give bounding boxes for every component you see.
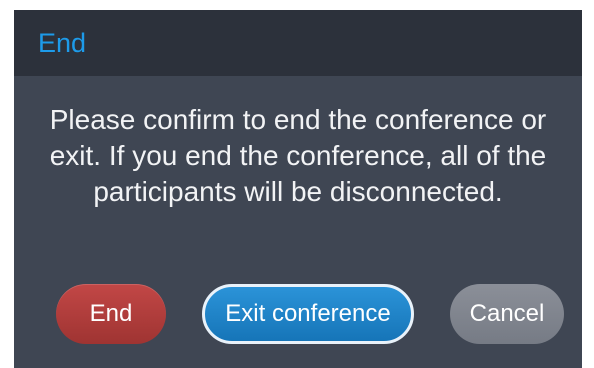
dialog-header: End [14, 10, 582, 76]
dialog-title: End [38, 28, 87, 58]
end-button[interactable]: End [56, 284, 166, 344]
dialog-message: Please confirm to end the conference or … [49, 104, 547, 207]
screen: End Please confirm to end the conference… [0, 0, 594, 368]
cancel-button[interactable]: Cancel [450, 284, 564, 344]
exit-conference-button[interactable]: Exit conference [202, 284, 414, 344]
end-conference-dialog: End Please confirm to end the conference… [14, 10, 582, 368]
